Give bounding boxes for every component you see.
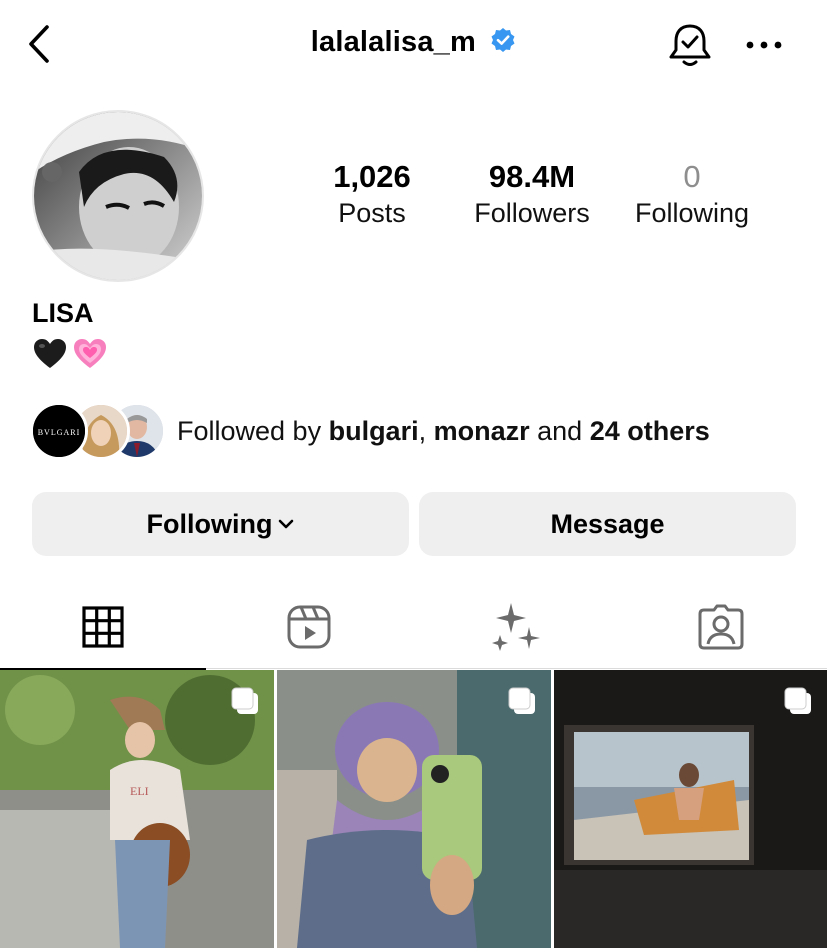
username: lalalalisa_m [310, 26, 476, 58]
more-horizontal-icon [746, 41, 782, 49]
notifications-bell-button[interactable] [665, 20, 715, 70]
bulgari-avatar: BVLGARI [30, 402, 88, 460]
multiple-posts-icon [784, 687, 811, 714]
growing-heart-icon [74, 339, 106, 369]
following-label: Following [634, 198, 750, 228]
profile-bio [32, 335, 112, 371]
sparkles-icon [492, 603, 540, 651]
post-thumbnail[interactable] [277, 670, 551, 948]
multiple-posts-icon [508, 687, 535, 714]
reels-icon [287, 605, 331, 649]
posts-label: Posts [338, 198, 406, 228]
multiple-posts-icon [231, 687, 258, 714]
followed-by-text: Followed by bulgari, monazr and 24 other… [177, 416, 710, 446]
avatar-photo [34, 112, 202, 280]
following-stat[interactable]: 0 Following [622, 158, 762, 230]
tab-reels[interactable] [206, 585, 412, 669]
followed-by-row[interactable]: BVLGARI Followed by bulgari, monazr and … [30, 402, 810, 462]
tab-tagged[interactable] [618, 585, 824, 669]
more-options-button[interactable] [742, 28, 786, 62]
tab-posts-grid[interactable] [0, 585, 206, 670]
message-button[interactable]: Message [419, 492, 796, 556]
verified-badge-icon [491, 28, 515, 53]
profile-avatar[interactable] [32, 110, 204, 282]
svg-text:ELI: ELI [130, 784, 149, 798]
tab-ai[interactable] [412, 585, 618, 669]
chevron-down-icon [279, 519, 294, 529]
profile-tabs [0, 585, 827, 670]
posts-count: 1,026 [333, 159, 411, 194]
black-heart-icon [34, 339, 66, 369]
grid-icon [82, 606, 124, 648]
bell-check-icon [669, 24, 711, 66]
followed-by-user-2: monazr [433, 416, 530, 446]
followed-by-user-1: bulgari [328, 416, 419, 446]
following-button-label: Following [146, 508, 273, 539]
post-thumbnail[interactable]: ELI [0, 670, 274, 948]
post-thumbnail[interactable] [554, 670, 827, 948]
tagged-person-icon [698, 604, 744, 650]
followers-label: Followers [474, 198, 590, 228]
following-button[interactable]: Following [32, 492, 409, 556]
top-bar: lalalalisa_m [0, 0, 827, 90]
profile-full-name: LISA [32, 298, 94, 328]
posts-stat[interactable]: 1,026 Posts [322, 158, 422, 230]
followers-count: 98.4M [488, 159, 576, 194]
svg-text:BVLGARI: BVLGARI [38, 428, 81, 437]
following-count: 0 [683, 159, 701, 194]
followers-stat[interactable]: 98.4M Followers [462, 158, 602, 230]
followed-by-others: 24 others [589, 416, 710, 446]
message-button-label: Message [550, 508, 665, 539]
posts-grid: ELI [0, 670, 827, 948]
